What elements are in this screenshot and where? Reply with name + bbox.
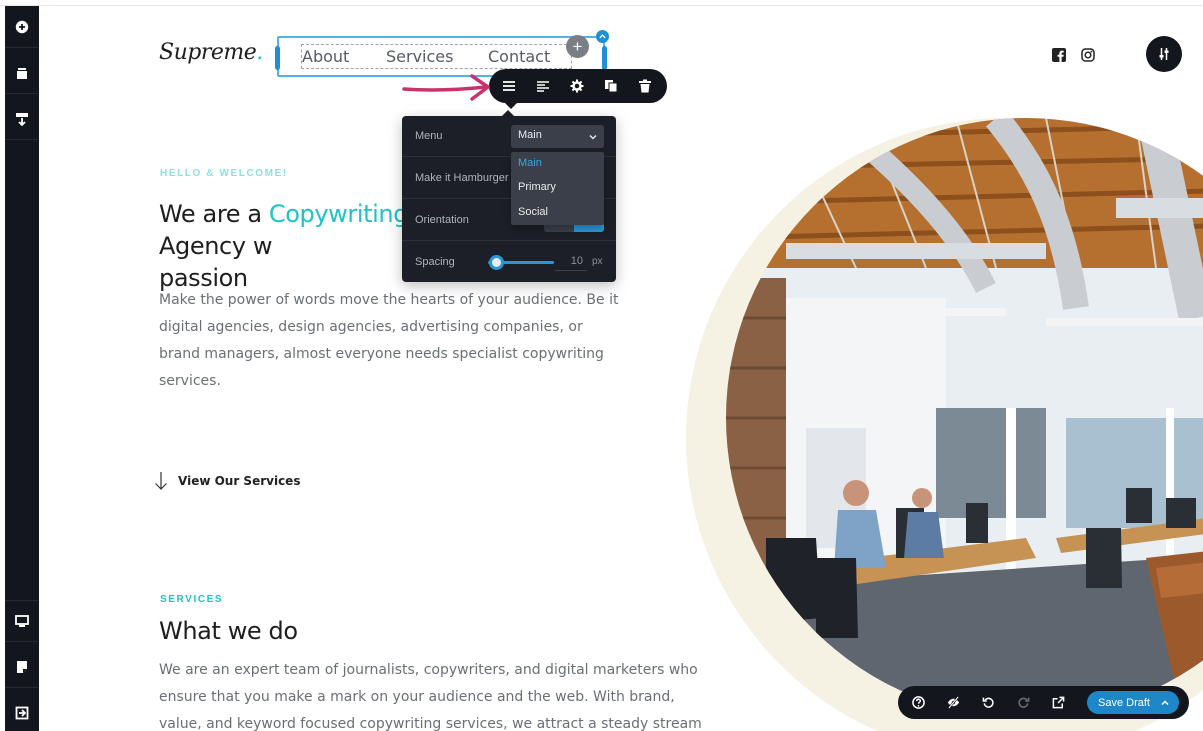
spacing-unit: px [592, 256, 603, 267]
resize-handle-right[interactable] [602, 46, 607, 70]
save-draft-button[interactable]: Save Draft [1087, 691, 1179, 714]
trash-icon [639, 79, 651, 93]
window-top-edge [0, 0, 1203, 6]
panel-divider [402, 240, 616, 241]
redo-icon [1017, 697, 1029, 708]
preview-button[interactable] [1043, 686, 1073, 719]
editor-sidebar [5, 6, 39, 731]
align-button[interactable] [526, 69, 560, 103]
save-draft-label: Save Draft [1098, 696, 1150, 709]
collapse-toggle-button[interactable] [596, 30, 609, 43]
hero-title-highlight: Copywriting [268, 200, 409, 228]
services-body-line: value, and keyword focused copywriting s… [159, 716, 702, 731]
spacing-label: Spacing [415, 256, 455, 268]
add-icon [15, 20, 29, 33]
logo-text: Supreme [159, 40, 257, 65]
hero-title-start: We are a [159, 200, 269, 228]
page-icon [17, 660, 27, 673]
preview-icon [1052, 696, 1064, 709]
editor-bottom-bar: Save Draft [898, 686, 1189, 719]
help-button[interactable] [903, 686, 933, 719]
chevron-up-icon [599, 34, 606, 39]
menu-option-primary[interactable]: Primary [518, 181, 556, 193]
desktop-icon [15, 615, 29, 627]
nav-item-services[interactable]: Services [386, 47, 453, 66]
layers-icon [17, 67, 27, 79]
hero-body-line: Make the power of words move the hearts … [159, 292, 619, 308]
element-toolbar [489, 69, 667, 103]
add-element-button[interactable] [5, 6, 39, 48]
hero-body-line: services. [159, 373, 221, 389]
help-icon [911, 696, 925, 709]
spacing-input[interactable]: 10 [555, 255, 587, 271]
undo-icon [982, 697, 994, 708]
spacing-slider-handle[interactable] [489, 255, 504, 270]
hero-body-line: brand managers, almost everyone needs sp… [159, 346, 604, 362]
menu-settings-panel: Menu Make it Hamburger Orientation Spaci… [402, 116, 616, 282]
resize-handle-left[interactable] [275, 46, 280, 70]
hero-body-line: digital agencies, design agencies, adver… [159, 319, 583, 335]
nav-item-about[interactable]: About [302, 47, 349, 66]
view-services-label: View Our Services [178, 474, 301, 488]
nav-item-contact[interactable]: Contact [488, 47, 550, 66]
instagram-icon[interactable] [1081, 48, 1095, 62]
annotation-arrow [402, 74, 490, 101]
menu-label: Menu [415, 130, 443, 142]
view-services-link[interactable]: View Our Services [154, 471, 300, 491]
layers-button[interactable] [5, 52, 39, 94]
settings-button[interactable] [560, 69, 594, 103]
hero-title-end: Agency w [159, 232, 273, 260]
menu-icon [503, 81, 515, 91]
logo-dot: . [256, 40, 263, 65]
services-body: We are an expert team of journalists, co… [159, 657, 702, 731]
toolbar-pointer [505, 103, 517, 109]
hamburger-label: Make it Hamburger [415, 172, 509, 184]
add-menu-item-button[interactable]: + [566, 35, 589, 58]
undo-button[interactable] [973, 686, 1003, 719]
sliders-icon [1159, 48, 1169, 60]
services-title: What we do [159, 617, 298, 645]
editor-canvas: Supreme. About Services Contact + HELLO … [0, 0, 1203, 731]
chevron-up-icon[interactable] [1161, 699, 1169, 707]
pages-button[interactable] [5, 646, 39, 688]
menu-select-value: Main [518, 129, 542, 141]
menu-select[interactable]: Main [511, 125, 604, 148]
global-settings-button[interactable] [1146, 36, 1182, 72]
hide-icon [947, 696, 959, 709]
hero-eyebrow: HELLO & WELCOME! [160, 168, 288, 179]
hide-toggle-button[interactable] [938, 686, 968, 719]
desktop-view-button[interactable] [5, 600, 39, 642]
menu-option-main[interactable]: Main [518, 157, 542, 169]
menu-settings-button[interactable] [492, 69, 526, 103]
arrow-down-icon [155, 472, 167, 490]
duplicate-button[interactable] [594, 69, 628, 103]
gear-icon [570, 79, 584, 93]
hero-body: Make the power of words move the hearts … [159, 287, 618, 395]
delete-button[interactable] [628, 69, 662, 103]
hero-title: We are a Copywriting Agency w passion [159, 198, 429, 294]
redo-button[interactable] [1008, 686, 1038, 719]
site-logo[interactable]: Supreme. [159, 40, 263, 65]
align-icon [537, 81, 549, 92]
duplicate-icon [605, 80, 618, 93]
facebook-icon[interactable] [1052, 48, 1066, 62]
sections-icon [16, 112, 28, 126]
orientation-label: Orientation [415, 214, 469, 226]
sections-button[interactable] [5, 98, 39, 140]
services-body-line: We are an expert team of journalists, co… [159, 662, 698, 678]
menu-dropdown-list: Main Primary Social [511, 152, 604, 225]
exit-icon [15, 706, 29, 720]
menu-option-social[interactable]: Social [518, 206, 548, 218]
plus-icon: + [572, 37, 583, 56]
exit-editor-button[interactable] [5, 692, 39, 731]
services-eyebrow: SERVICES [160, 594, 224, 605]
services-body-line: ensure that you make a mark on your audi… [159, 689, 675, 705]
chevron-down-icon [589, 135, 597, 140]
